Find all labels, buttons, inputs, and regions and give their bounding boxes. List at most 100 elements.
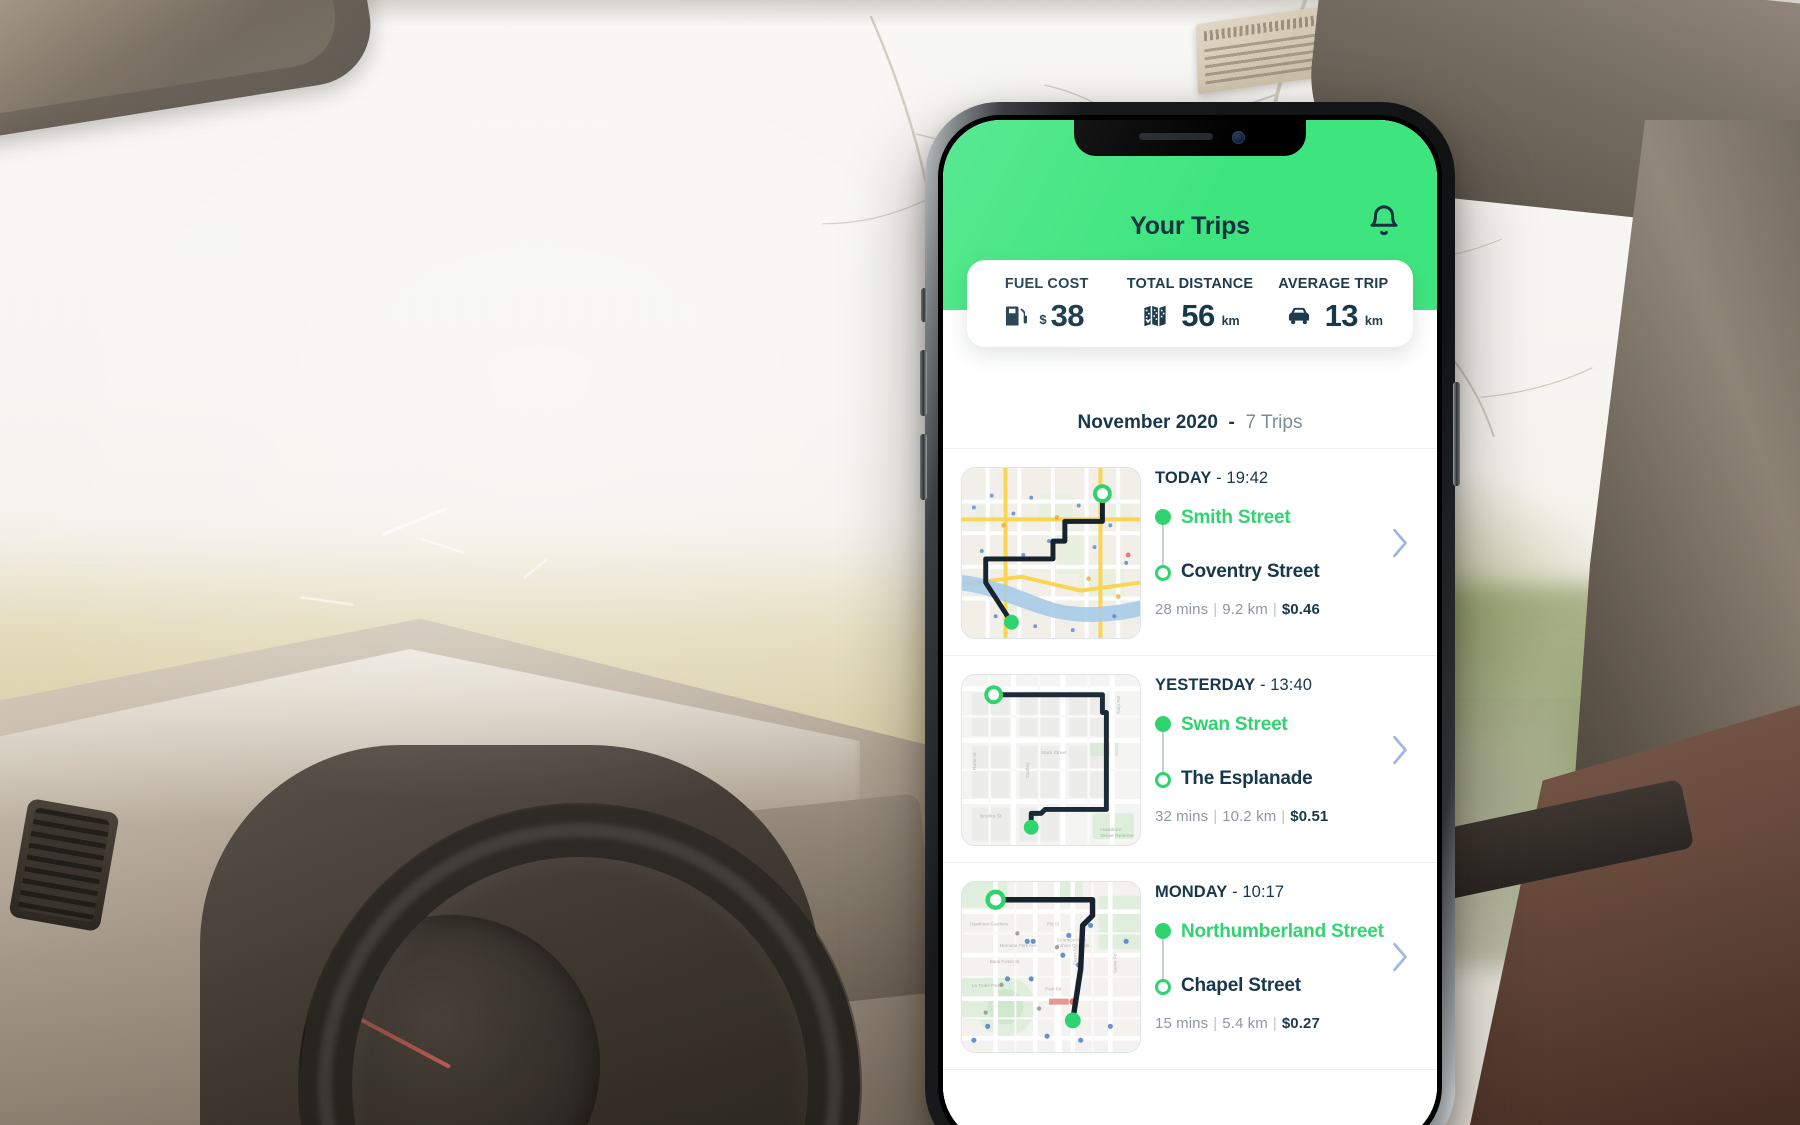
- car-icon: [1284, 303, 1314, 329]
- chevron-right-icon[interactable]: [1389, 940, 1411, 974]
- trip-destination: Coventry Street: [1181, 560, 1320, 582]
- map-icon: [1140, 303, 1170, 329]
- power-button[interactable]: [1453, 382, 1460, 486]
- stat-value: 38: [1050, 298, 1085, 333]
- trip-info: YESTERDAY - 13:40 Swan Street The Esplan…: [1155, 674, 1415, 825]
- trip-list[interactable]: TODAY - 19:42 Smith Street Coventry Stre…: [943, 448, 1437, 1125]
- stat-label: TOTAL DISTANCE: [1126, 276, 1254, 292]
- table-row[interactable]: Hawthorn Gardens Mornana Park Ave St Ann…: [943, 862, 1437, 1069]
- svg-text:Mark Street: Mark Street: [1041, 750, 1067, 756]
- table-row[interactable]: [943, 1069, 1437, 1088]
- svg-text:Bank Fulton St: Bank Fulton St: [990, 959, 1020, 964]
- meta-separator: |: [1272, 1015, 1277, 1033]
- chevron-right-icon[interactable]: [1389, 526, 1411, 560]
- trip-separator: -: [1232, 883, 1238, 901]
- destination-dot-icon: [1155, 979, 1171, 996]
- trip-when: YESTERDAY - 13:40: [1155, 676, 1415, 695]
- stat-label: AVERAGE TRIP: [1278, 276, 1389, 292]
- trip-distance: 9.2 km: [1222, 601, 1268, 619]
- origin-dot-icon: [1155, 509, 1171, 525]
- stat-average-trip[interactable]: AVERAGE TRIP 13 km: [1262, 276, 1405, 331]
- destination-dot-icon: [1155, 565, 1171, 582]
- trip-cost: $0.27: [1281, 1015, 1320, 1033]
- stat-unit: km: [1364, 314, 1383, 328]
- svg-text:Grove Rd: Grove Rd: [1112, 953, 1117, 973]
- trip-time: 13:40: [1270, 676, 1313, 694]
- table-row[interactable]: Rose St Dudley Mark Street Brooke St Haw…: [943, 655, 1437, 862]
- stat-value-row: 13 km: [1262, 300, 1405, 331]
- trip-route: Swan Street The Esplanade: [1155, 711, 1415, 792]
- stat-value: 56: [1181, 298, 1215, 333]
- photo-color-grade: [0, 0, 1800, 1125]
- volume-up-button[interactable]: [920, 350, 927, 416]
- meta-separator: |: [1272, 601, 1277, 619]
- park-map-thumbnail[interactable]: Hawthorn Gardens Mornana Park Ave St Ann…: [961, 881, 1141, 1053]
- stat-unit: km: [1221, 314, 1240, 328]
- table-row[interactable]: TODAY - 19:42 Smith Street Coventry Stre…: [943, 448, 1437, 655]
- earpiece-speaker: [1139, 133, 1213, 140]
- trip-destination: Chapel Street: [1181, 974, 1301, 996]
- phone-bezel: Your Trips FUEL COST $ 38 TOTAL DISTANCE…: [938, 115, 1442, 1125]
- trip-route: Smith Street Coventry Street: [1155, 504, 1415, 585]
- trip-separator: -: [1216, 469, 1222, 487]
- phone-screen: Your Trips FUEL COST $ 38 TOTAL DISTANCE…: [943, 120, 1437, 1125]
- background-photo-car-interior: [0, 0, 1800, 1125]
- svg-text:Easey St: Easey St: [1073, 946, 1078, 965]
- trip-meta: 15 mins | 5.4 km | $0.27: [1155, 1015, 1415, 1032]
- trip-meta: 32 mins | 10.2 km | $0.51: [1155, 808, 1415, 825]
- svg-text:Hawthorn: Hawthorn: [1100, 827, 1121, 833]
- svg-text:Mornana Park Ave: Mornana Park Ave: [1000, 943, 1038, 948]
- trip-route: Northumberland Street Chapel Street: [1155, 918, 1415, 999]
- meta-separator: |: [1281, 808, 1286, 826]
- svg-text:Grove Reserve: Grove Reserve: [1100, 833, 1133, 839]
- stats-card: FUEL COST $ 38 TOTAL DISTANCE 56 km AVER…: [967, 260, 1413, 347]
- origin-dot-icon: [1155, 923, 1171, 939]
- stat-currency: $: [1039, 312, 1047, 327]
- stat-fuel-cost[interactable]: FUEL COST $ 38: [975, 276, 1118, 331]
- trip-when: MONDAY - 10:17: [1155, 883, 1415, 902]
- svg-text:La Trobe Park: La Trobe Park: [972, 983, 1001, 988]
- suburban-map-thumbnail[interactable]: Rose St Dudley Mark Street Brooke St Haw…: [961, 674, 1141, 846]
- svg-text:Park Rd: Park Rd: [1045, 987, 1062, 992]
- trip-duration: 32 mins: [1155, 808, 1209, 826]
- trip-time: 10:17: [1242, 883, 1285, 901]
- bell-icon[interactable]: [1367, 204, 1401, 238]
- page-title: Your Trips: [1130, 212, 1250, 240]
- silent-switch[interactable]: [921, 288, 927, 322]
- city-map-thumbnail[interactable]: [961, 467, 1141, 639]
- meta-separator: |: [1213, 808, 1218, 826]
- trip-origin: Swan Street: [1181, 714, 1288, 735]
- svg-text:Pitt St: Pitt St: [1047, 921, 1060, 926]
- trip-destination: The Esplanade: [1181, 767, 1313, 789]
- trip-distance: 10.2 km: [1222, 808, 1277, 826]
- volume-down-button[interactable]: [920, 434, 927, 500]
- trip-duration: 15 mins: [1155, 1015, 1209, 1033]
- trip-time: 19:42: [1226, 469, 1269, 487]
- trip-when: TODAY - 19:42: [1155, 469, 1415, 488]
- svg-text:Hawthorn Gardens: Hawthorn Gardens: [970, 921, 1009, 926]
- svg-text:Tulip Rd: Tulip Rd: [1116, 696, 1122, 714]
- trip-origin: Smith Street: [1181, 507, 1291, 528]
- stat-value-row: 56 km: [1118, 300, 1261, 331]
- stat-total-distance[interactable]: TOTAL DISTANCE 56 km: [1118, 276, 1261, 331]
- svg-text:Rose St: Rose St: [972, 752, 978, 770]
- trip-duration: 28 mins: [1155, 601, 1209, 619]
- summary-separator: -: [1228, 412, 1235, 433]
- meta-separator: |: [1213, 1015, 1218, 1033]
- trip-info: TODAY - 19:42 Smith Street Coventry Stre…: [1155, 467, 1415, 618]
- trip-separator: -: [1259, 676, 1266, 694]
- month-summary: November 2020 - 7 Trips: [943, 398, 1437, 448]
- stat-value-row: $ 38: [975, 300, 1118, 331]
- trip-meta: 28 mins | 9.2 km | $0.46: [1155, 601, 1415, 618]
- fuel-pump-icon: [1002, 303, 1032, 329]
- meta-separator: |: [1213, 601, 1218, 619]
- trip-day: TODAY: [1155, 469, 1212, 487]
- front-camera: [1232, 131, 1245, 144]
- trip-count: 7 Trips: [1245, 412, 1303, 433]
- phone-notch: [1074, 120, 1306, 156]
- trip-day: YESTERDAY: [1155, 676, 1256, 694]
- month-label: November 2020: [1077, 412, 1218, 433]
- svg-text:Brooke St: Brooke St: [980, 813, 1002, 819]
- trip-origin: Northumberland Street: [1181, 921, 1384, 942]
- chevron-right-icon[interactable]: [1389, 733, 1411, 767]
